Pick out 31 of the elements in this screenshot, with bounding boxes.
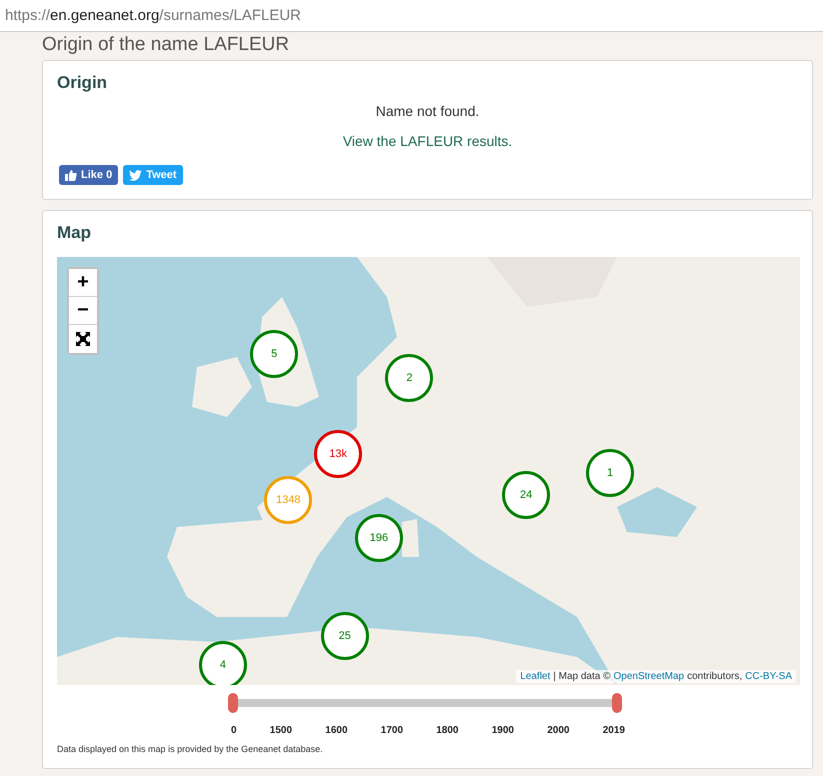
year-label: 1800 xyxy=(436,725,458,736)
like-button[interactable]: Like 0 xyxy=(59,165,118,185)
attribution-text: | Map data © xyxy=(553,671,610,682)
bird-icon xyxy=(129,170,142,180)
card-title: Map xyxy=(57,223,92,243)
thumbs-up-icon xyxy=(65,170,77,180)
leaflet-link[interactable]: Leaflet xyxy=(520,671,550,682)
page-title: Origin of the name LAFLEUR xyxy=(42,34,290,56)
fullscreen-icon xyxy=(76,332,90,346)
osm-link[interactable]: OpenStreetMap xyxy=(613,671,684,682)
year-label: 1700 xyxy=(380,725,404,736)
attribution-text: contributors, xyxy=(687,671,742,682)
slider-handle[interactable] xyxy=(612,693,622,713)
url-path: /surnames/LAFLEUR xyxy=(159,7,302,24)
year-label: 2019 xyxy=(602,725,625,736)
url-domain: en.geneanet.org xyxy=(50,7,160,24)
year-label: 1900 xyxy=(492,725,514,736)
address-bar[interactable]: https://en.geneanet.org/surnames/LAFLEUR xyxy=(0,0,823,32)
slider-handle[interactable] xyxy=(228,693,238,713)
footnote: Data displayed on this map is provided by the Geneanet database. xyxy=(57,744,324,754)
year-label: 1600 xyxy=(325,725,348,736)
year-label: 1500 xyxy=(270,725,292,736)
year-label: 2000 xyxy=(547,725,570,736)
status-message: Name not found. xyxy=(374,103,480,119)
tweet-button[interactable]: Tweet xyxy=(123,165,183,185)
card-title: Origin xyxy=(57,73,108,93)
url-scheme: https:// xyxy=(5,7,50,24)
results-link[interactable]: View the LAFLEUR results. xyxy=(57,133,798,149)
year-label: 0 xyxy=(231,725,237,736)
zoom-in-button[interactable]: + xyxy=(69,269,97,297)
license-link[interactable]: CC-BY-SA xyxy=(745,671,792,682)
